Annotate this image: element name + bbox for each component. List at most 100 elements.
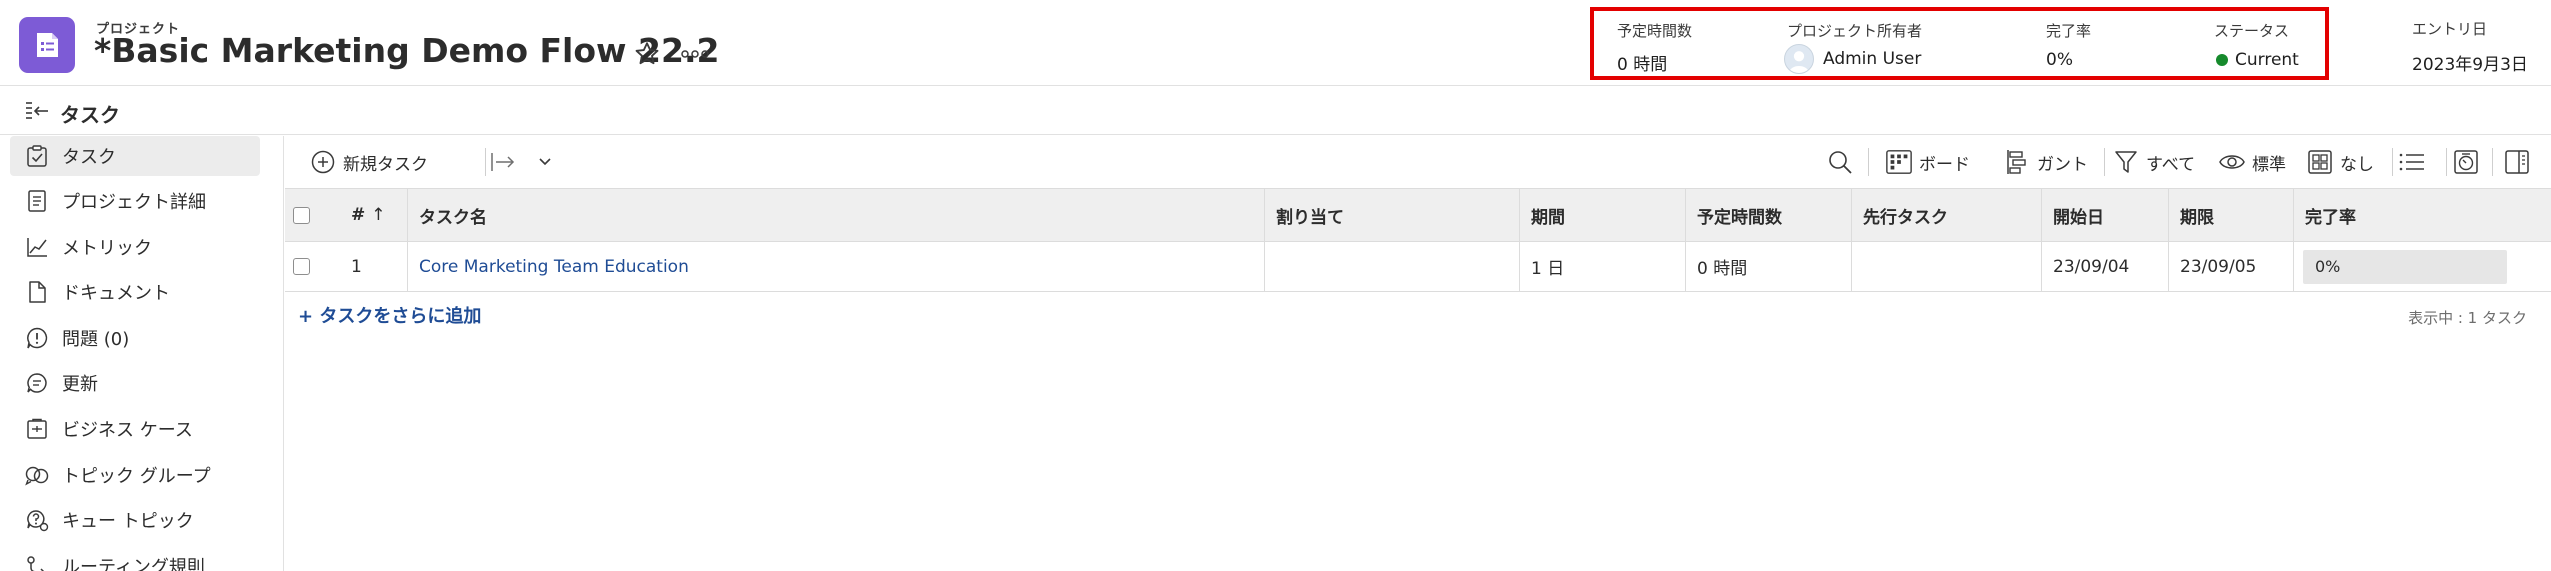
sidebar-item-documents[interactable]: ドキュメント [10,272,260,312]
list-options-button[interactable] [2398,146,2432,178]
gantt-label: ガント [2037,154,2088,175]
row-due-date[interactable]: 23/09/05 [2170,242,2290,291]
section-title: タスク [60,103,120,127]
status-badge[interactable]: Current [2216,50,2299,70]
grouping-label: なし [2340,154,2374,175]
toolbar-divider [2446,148,2447,176]
column-divider [2041,242,2042,291]
column-header-due[interactable]: 期限 [2170,189,2290,241]
task-count-text: 表示中 : 1 タスク [2408,309,2527,327]
column-header-predecessor[interactable]: 先行タスク [1853,189,2033,241]
comment-icon [24,370,50,396]
metrics-chart-icon [24,234,50,260]
column-header-start[interactable]: 開始日 [2043,189,2163,241]
sidebar-item-label: トピック グループ [62,466,211,487]
column-divider [1264,242,1265,291]
sidebar: タスク プロジェクト詳細 メトリック ドキュメント 問題 (0) 更新 ビジネス… [0,136,284,571]
project-icon [19,17,75,73]
sidebar-item-label: 問題 (0) [62,329,130,350]
column-header-planned[interactable]: 予定時間数 [1687,189,1847,241]
owner-label: プロジェクト所有者 [1787,22,1923,40]
row-predecessor[interactable] [1853,242,2033,291]
sidebar-item-updates[interactable]: 更新 [10,363,260,403]
row-percent-complete-cell[interactable]: 0% [2295,242,2525,291]
indent-task-button[interactable] [489,146,517,178]
add-more-tasks-link[interactable]: + タスクをさらに追加 [298,302,481,328]
column-divider [407,189,408,241]
column-divider [1264,189,1265,241]
side-panel-icon [2503,148,2531,176]
select-all-checkbox[interactable] [293,206,310,224]
column-header-num[interactable]: # ↑ [341,189,401,241]
column-header-duration[interactable]: 期間 [1521,189,1681,241]
status-label: ステータス [2214,22,2290,40]
sidebar-item-project-details[interactable]: プロジェクト詳細 [10,181,260,221]
project-summary-panel: 予定時間数 0 時間 プロジェクト所有者 Admin User 完了率 0% ス… [1590,7,2329,80]
column-header-pct[interactable]: 完了率 [2295,189,2495,241]
column-header-name[interactable]: タスク名 [409,189,889,241]
column-header-assign[interactable]: 割り当て [1266,189,1506,241]
sidebar-item-label: タスク [62,147,116,168]
search-icon [1826,148,1854,176]
owner-value[interactable]: Admin User [1784,44,1921,74]
sidebar-item-label: 更新 [62,374,98,395]
row-num: 1 [351,256,362,277]
favorite-star-icon[interactable] [630,37,664,71]
collapse-sidebar-icon[interactable] [24,100,50,122]
side-panel-button[interactable] [2503,146,2537,178]
task-toolbar: 新規タスク ボード ガント すべて 標準 なし [285,136,2551,188]
sidebar-item-queue-topics[interactable]: キュー トピック [10,500,260,540]
column-divider [407,242,408,291]
topic-group-icon [24,462,50,488]
table-row[interactable]: 1 Core Marketing Team Education 1 日 0 時間… [285,242,2551,292]
sidebar-item-tasks[interactable]: タスク [10,136,260,176]
sidebar-item-label: キュー トピック [62,511,194,532]
column-divider [1851,189,1852,241]
new-task-label: 新規タスク [343,154,428,175]
sidebar-item-issues[interactable]: 問題 (0) [10,318,260,358]
board-view-button[interactable]: ボード [1885,146,1970,178]
avatar [1784,44,1814,74]
sidebar-item-label: ビジネス ケース [62,420,193,441]
sidebar-item-business-case[interactable]: ビジネス ケース [10,409,260,449]
gantt-view-button[interactable]: ガント [2003,146,2088,178]
sidebar-item-topic-groups[interactable]: トピック グループ [10,455,260,495]
row-planned-hours[interactable]: 0 時間 [1687,242,1847,291]
more-options-icon[interactable] [678,37,712,71]
project-title: *Basic Marketing Demo Flow 22.2 [94,31,720,70]
timer-button[interactable] [2452,146,2486,178]
sidebar-item-label: ルーティング規則 [62,557,205,571]
toolbar-divider [1868,148,1869,176]
task-name-link[interactable]: Core Marketing Team Education [409,242,1249,291]
percent-complete-bar: 0% [2303,249,2507,284]
row-checkbox[interactable] [293,258,310,275]
grouping-grid-icon [2306,148,2334,176]
planned-hours-value: 0 時間 [1617,55,1668,75]
grouping-button[interactable]: なし [2306,146,2374,178]
sidebar-item-routing-rules[interactable]: ルーティング規則 [10,546,260,571]
column-divider [2041,189,2042,241]
entry-date-label: エントリ日 [2412,20,2488,38]
new-task-button[interactable]: 新規タスク [309,146,428,178]
sidebar-item-metrics[interactable]: メトリック [10,227,260,267]
column-num-label: # [351,205,366,225]
queue-topic-icon [24,507,50,533]
indent-options-dropdown[interactable] [531,146,565,178]
row-assign[interactable] [1266,242,1506,291]
row-duration[interactable]: 1 日 [1521,242,1681,291]
list-icon [2398,148,2426,176]
row-start-date[interactable]: 23/09/04 [2043,242,2163,291]
planned-hours-label: 予定時間数 [1617,22,1693,40]
entry-date-value: 2023年9月3日 [2412,55,2528,75]
view-label: 標準 [2252,154,2286,175]
sidebar-item-label: プロジェクト詳細 [62,192,206,213]
search-button[interactable] [1826,146,1860,178]
filter-button[interactable]: すべて [2112,146,2195,178]
add-circle-icon [309,148,337,176]
view-button[interactable]: 標準 [2218,146,2286,178]
column-divider [2293,242,2294,291]
filter-label: すべて [2146,154,2196,175]
column-divider [1685,242,1686,291]
timer-icon [2452,148,2480,176]
column-divider [1519,242,1520,291]
